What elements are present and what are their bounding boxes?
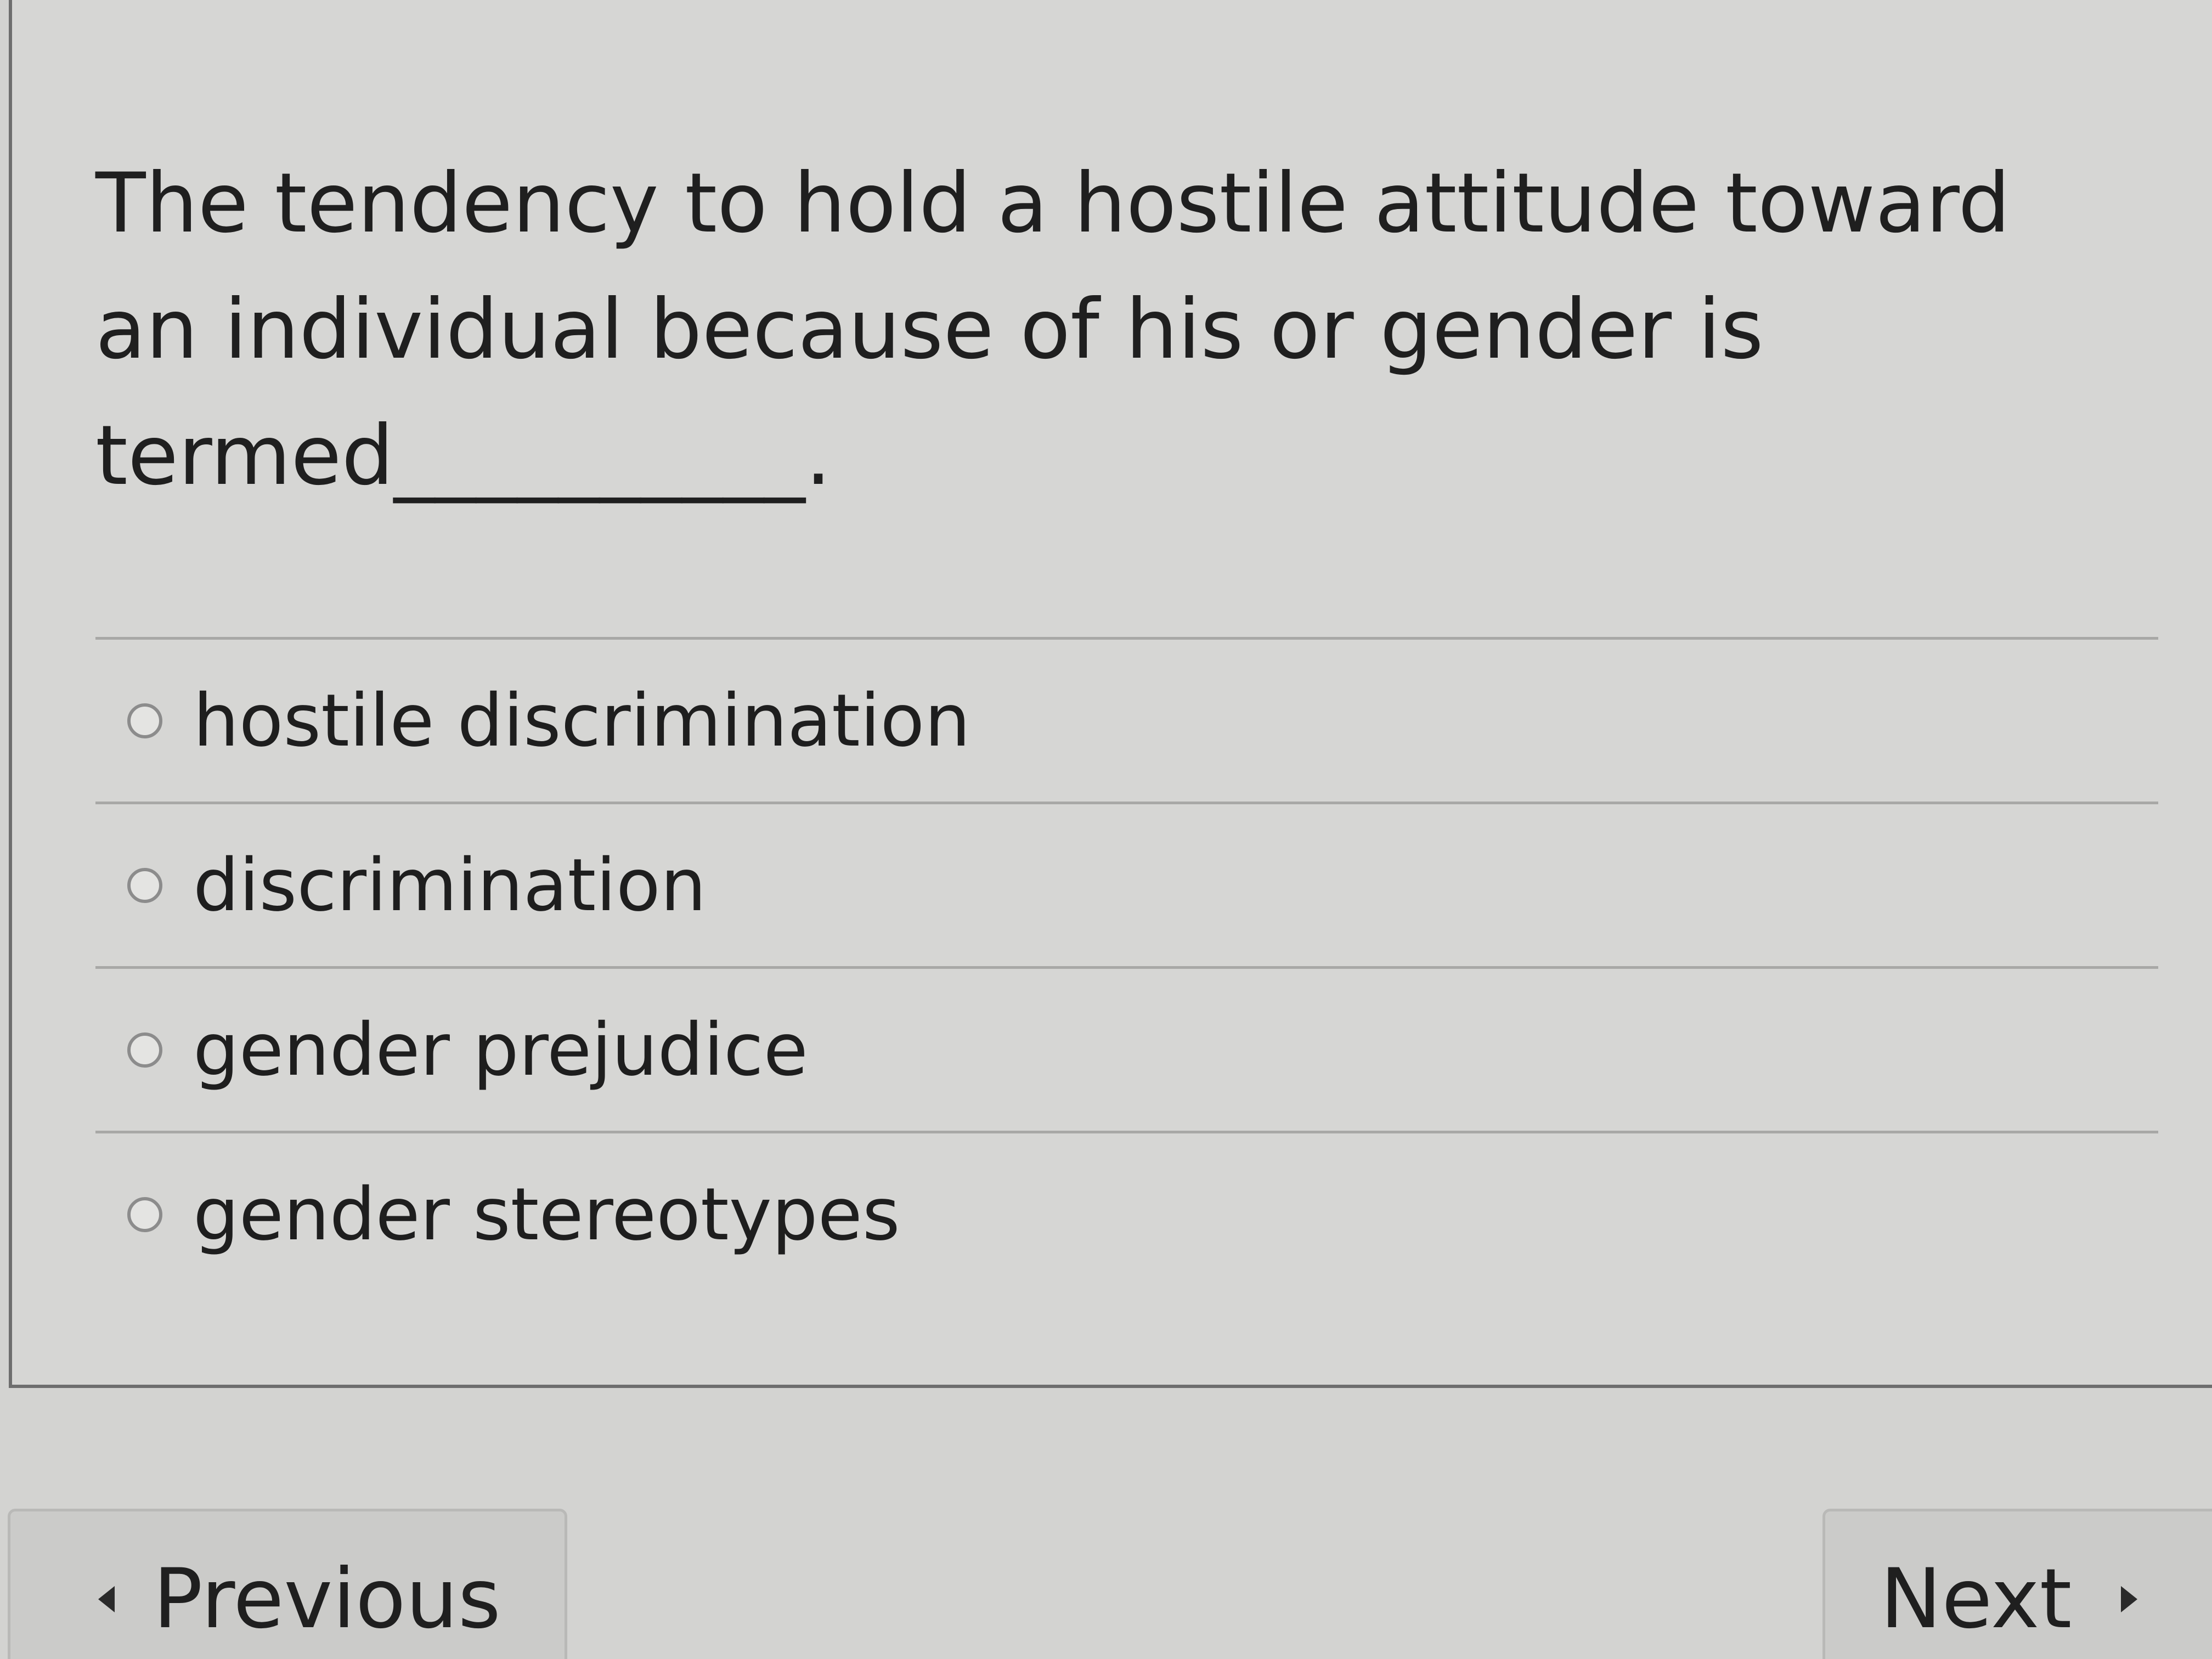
previous-button[interactable]: Previous: [8, 1509, 567, 1659]
answer-label: gender prejudice: [193, 1007, 808, 1092]
previous-label: Previous: [153, 1551, 501, 1647]
triangle-left-icon: [98, 1586, 115, 1612]
next-button[interactable]: Next: [1822, 1509, 2212, 1659]
radio-button[interactable]: [127, 867, 162, 903]
radio-button[interactable]: [127, 703, 162, 738]
answer-list: hostile discrimination discrimination ge…: [95, 637, 2158, 1295]
radio-button[interactable]: [127, 1032, 162, 1068]
answer-option[interactable]: hostile discrimination: [95, 637, 2158, 802]
question-card: The tendency to hold a hostile attitude …: [9, 0, 2212, 1388]
answer-label: discrimination: [193, 843, 707, 928]
radio-button[interactable]: [127, 1197, 162, 1232]
answer-option[interactable]: gender stereotypes: [95, 1131, 2158, 1295]
answer-option[interactable]: discrimination: [95, 802, 2158, 966]
answer-label: gender stereotypes: [193, 1172, 900, 1257]
triangle-right-icon: [2121, 1586, 2138, 1612]
next-label: Next: [1880, 1551, 2072, 1647]
question-text: The tendency to hold a hostile attitude …: [95, 156, 2011, 504]
answer-option[interactable]: gender prejudice: [95, 966, 2158, 1131]
answer-label: hostile discrimination: [193, 678, 970, 763]
